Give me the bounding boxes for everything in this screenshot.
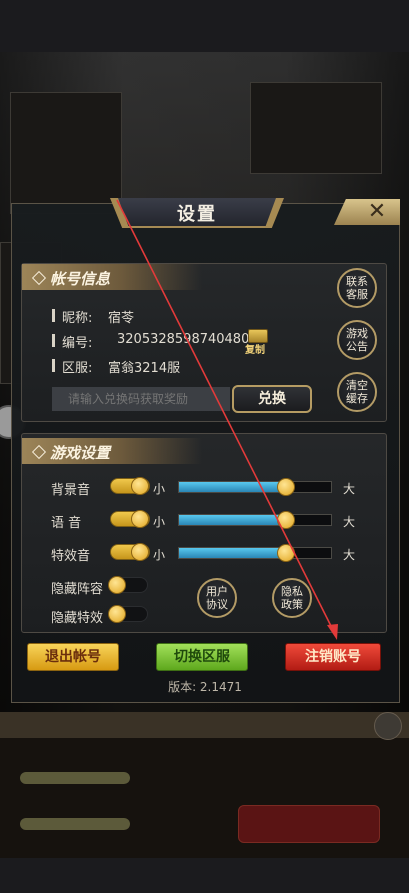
bg-music-slider[interactable] xyxy=(178,481,332,493)
id-label: 编号: xyxy=(62,336,93,351)
server-label: 区服: xyxy=(62,361,93,376)
user-agreement-button[interactable]: 用户 协议 xyxy=(197,578,237,618)
bookshelf xyxy=(250,82,382,174)
hide-lineup-label: 隐藏阵容 xyxy=(51,582,104,597)
game-settings-header xyxy=(22,438,202,464)
effects-sound-slider[interactable] xyxy=(178,547,332,559)
toggle-knob[interactable] xyxy=(131,510,149,528)
close-icon[interactable]: ✕ xyxy=(364,199,390,225)
account-section-title: 帐号信息 xyxy=(50,270,111,288)
bottom-bar xyxy=(0,858,409,893)
volume-min-label: 小 xyxy=(153,482,166,496)
nickname-value: 宿苓 xyxy=(108,311,135,326)
background-bar xyxy=(20,818,130,830)
privacy-policy-button[interactable]: 隐私 政策 xyxy=(272,578,312,618)
toggle-knob[interactable] xyxy=(108,576,126,594)
switch-server-button[interactable]: 切换区服 xyxy=(156,643,248,671)
background-bar xyxy=(20,772,130,784)
volume-min-label: 小 xyxy=(153,515,166,529)
game-settings-title: 游戏设置 xyxy=(50,444,111,462)
account-section-header xyxy=(22,264,202,290)
voice-label: 语 音 xyxy=(51,516,82,531)
redeem-button[interactable]: 兑换 xyxy=(232,385,312,413)
version-text: 版本: 2.1471 xyxy=(168,680,242,694)
bookshelf xyxy=(10,92,122,214)
id-value: 3205328598740480 xyxy=(117,332,250,347)
volume-max-label: 大 xyxy=(343,548,356,562)
clear-cache-button[interactable]: 清空 缓存 xyxy=(337,372,377,412)
hide-effects-label: 隐藏特效 xyxy=(51,611,104,626)
voice-slider[interactable] xyxy=(178,514,332,526)
cancel-account-button[interactable]: 注销账号 xyxy=(285,643,381,671)
toggle-knob[interactable] xyxy=(131,477,149,495)
toggle-knob[interactable] xyxy=(131,543,149,561)
copy-button[interactable]: 复制 xyxy=(245,341,265,356)
dialog-title: 设置 xyxy=(177,204,217,225)
slider-handle[interactable] xyxy=(276,511,295,529)
effects-sound-label: 特效音 xyxy=(51,549,91,564)
side-gear-icon xyxy=(374,712,402,740)
slider-fill xyxy=(179,548,286,558)
slider-handle[interactable] xyxy=(276,478,295,496)
volume-min-label: 小 xyxy=(153,548,166,562)
background-band xyxy=(0,712,409,738)
game-announcement-button[interactable]: 游戏 公告 xyxy=(337,320,377,360)
slider-fill xyxy=(179,515,286,525)
slider-fill xyxy=(179,482,286,492)
bg-music-label: 背景音 xyxy=(51,483,91,498)
redeem-code-input[interactable] xyxy=(52,387,230,411)
nickname-label: 昵称: xyxy=(62,311,93,326)
contact-support-button[interactable]: 联系 客服 xyxy=(337,268,377,308)
bullet-icon xyxy=(52,334,55,347)
bullet-icon xyxy=(52,309,55,322)
server-value: 富翁3214服 xyxy=(108,361,181,376)
toggle-knob[interactable] xyxy=(108,605,126,623)
logout-button[interactable]: 退出帐号 xyxy=(27,643,119,671)
bullet-icon xyxy=(52,359,55,372)
background-red-button xyxy=(238,805,380,843)
volume-max-label: 大 xyxy=(343,482,356,496)
slider-handle[interactable] xyxy=(276,544,295,562)
top-bar xyxy=(0,0,409,52)
volume-max-label: 大 xyxy=(343,515,356,529)
